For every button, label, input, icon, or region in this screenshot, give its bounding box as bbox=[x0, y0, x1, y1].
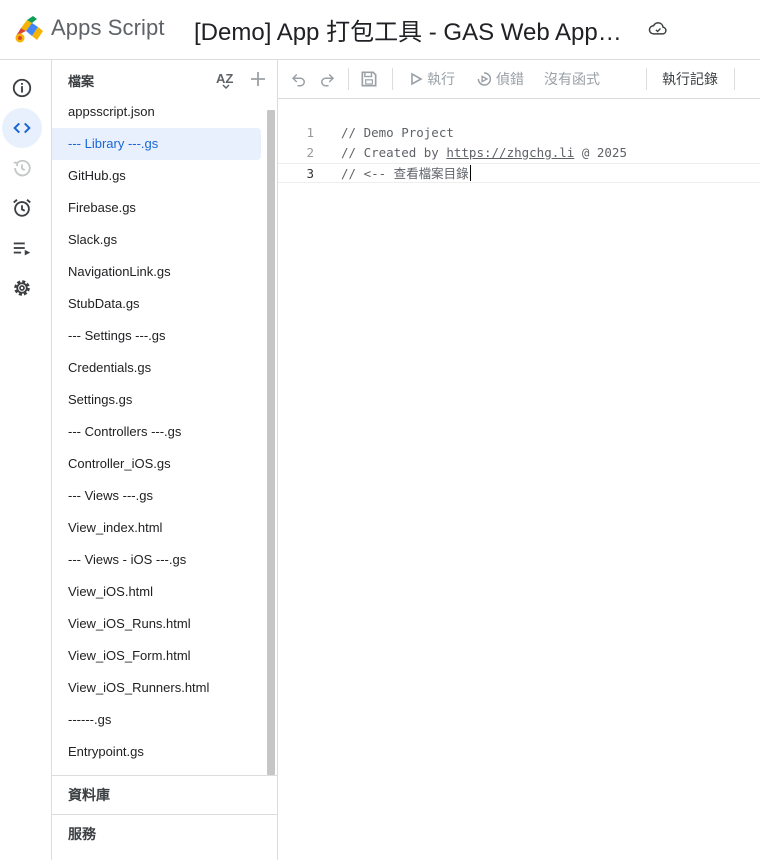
function-selector-label: 沒有函式 bbox=[544, 71, 600, 87]
code-comment: @ 2025 bbox=[574, 145, 627, 160]
file-item[interactable]: --- Settings ---.gs bbox=[52, 320, 261, 352]
save-icon bbox=[361, 71, 377, 87]
line-number: 1 bbox=[306, 125, 314, 140]
nav-editor[interactable] bbox=[2, 108, 42, 148]
toolbar-divider bbox=[392, 68, 393, 90]
file-item[interactable]: --- Library ---.gs bbox=[52, 128, 261, 160]
file-item[interactable]: Entrypoint.gs bbox=[52, 736, 261, 768]
svg-text:AZ: AZ bbox=[216, 71, 233, 86]
code-comment: // <-- 查看檔案目錄 bbox=[341, 166, 469, 181]
file-item[interactable]: Firebase.gs bbox=[52, 192, 261, 224]
nav-project-settings[interactable] bbox=[2, 268, 42, 308]
toolbar-divider bbox=[348, 68, 349, 90]
history-icon bbox=[13, 159, 31, 177]
add-file-button[interactable] bbox=[247, 68, 269, 90]
line-text: // <-- 查看檔案目錄 bbox=[341, 164, 472, 184]
app-header: Apps Script [Demo] App 打包工具 - GAS Web Ap… bbox=[0, 0, 760, 60]
debug-icon bbox=[477, 72, 492, 86]
code-editor[interactable]: 1 // Demo Project 2 // Created by https://z… bbox=[278, 99, 760, 860]
info-icon bbox=[12, 78, 32, 98]
file-item[interactable]: View_iOS_Runners.html bbox=[52, 672, 261, 704]
file-item[interactable]: Controller_iOS.gs bbox=[52, 448, 261, 480]
code-link[interactable]: https://zhgchg.li bbox=[446, 145, 574, 160]
file-item[interactable]: Slack.gs bbox=[52, 224, 261, 256]
undo-icon bbox=[291, 73, 305, 87]
files-header: 檔案 AZ bbox=[52, 60, 278, 98]
executions-list-icon bbox=[13, 242, 31, 256]
file-item[interactable]: View_index.html bbox=[52, 512, 261, 544]
code-icon bbox=[13, 122, 31, 134]
code-comment: // Created by bbox=[341, 145, 447, 160]
code-line[interactable]: 3 // <-- 查看檔案目錄 bbox=[278, 163, 760, 183]
line-number: 3 bbox=[306, 166, 314, 181]
text-cursor bbox=[469, 165, 472, 181]
file-item[interactable]: Credentials.gs bbox=[52, 352, 261, 384]
file-item[interactable]: ------.gs bbox=[52, 704, 261, 736]
line-text: // Demo Project bbox=[341, 123, 454, 143]
files-title: 檔案 bbox=[68, 74, 95, 89]
project-title[interactable]: [Demo] App 打包工具 - GAS Web App… bbox=[194, 12, 634, 47]
run-button[interactable]: 執行 bbox=[409, 68, 455, 90]
file-item[interactable]: NavigationLink.gs bbox=[52, 256, 261, 288]
line-number: 2 bbox=[306, 145, 314, 160]
file-item[interactable]: appsscript.json bbox=[52, 96, 261, 128]
code-line[interactable]: 2 // Created by https://zhgchg.li @ 2025 bbox=[278, 143, 760, 163]
cloud-saved-icon bbox=[648, 22, 667, 35]
save-button[interactable] bbox=[359, 68, 379, 90]
play-icon bbox=[411, 72, 423, 86]
run-label: 執行 bbox=[427, 71, 455, 87]
sort-az-icon: AZ bbox=[216, 71, 233, 90]
code-line[interactable]: 1 // Demo Project bbox=[278, 123, 760, 143]
line-text: // Created by https://zhgchg.li @ 2025 bbox=[341, 143, 627, 163]
undo-button[interactable] bbox=[290, 68, 308, 90]
services-section[interactable]: 服務 bbox=[52, 814, 278, 853]
navigation-rail bbox=[0, 60, 52, 860]
file-list: appsscript.json --- Library ---.gs GitHub.… bbox=[52, 96, 264, 776]
nav-triggers[interactable] bbox=[2, 188, 42, 228]
nav-executions[interactable] bbox=[2, 228, 42, 268]
editor-toolbar: 執行 偵錯 沒有函式 執行記錄 bbox=[278, 60, 760, 99]
apps-script-logo[interactable] bbox=[12, 14, 46, 44]
file-item[interactable]: Settings.gs bbox=[52, 384, 261, 416]
file-item[interactable]: GitHub.gs bbox=[52, 160, 261, 192]
file-item[interactable]: View_iOS_Form.html bbox=[52, 640, 261, 672]
toolbar-divider bbox=[646, 68, 647, 90]
plus-icon bbox=[251, 72, 265, 86]
file-item[interactable]: --- Controllers ---.gs bbox=[52, 416, 261, 448]
file-item[interactable]: View_iOS_Runs.html bbox=[52, 608, 261, 640]
function-selector[interactable]: 沒有函式 bbox=[544, 68, 600, 90]
files-panel: 檔案 AZ appsscript.json --- Library ---.gs G… bbox=[52, 60, 278, 860]
nav-project-history[interactable] bbox=[2, 148, 42, 188]
file-item[interactable]: --- Views - iOS ---.gs bbox=[52, 544, 261, 576]
redo-icon bbox=[321, 73, 335, 87]
libraries-section[interactable]: 資料庫 bbox=[52, 775, 278, 814]
code-comment: // Demo Project bbox=[341, 125, 454, 140]
file-list-scroll-thumb[interactable] bbox=[267, 110, 275, 775]
redo-button[interactable] bbox=[318, 68, 336, 90]
execution-log-button[interactable]: 執行記錄 bbox=[662, 68, 718, 90]
debug-label: 偵錯 bbox=[496, 71, 524, 87]
alarm-icon bbox=[13, 199, 31, 217]
file-item[interactable]: View_iOS.html bbox=[52, 576, 261, 608]
debug-button[interactable]: 偵錯 bbox=[475, 68, 524, 90]
file-item[interactable]: --- Views ---.gs bbox=[52, 480, 261, 512]
toolbar-divider bbox=[734, 68, 735, 90]
nav-overview[interactable] bbox=[2, 68, 42, 108]
brand-name[interactable]: Apps Script bbox=[51, 15, 165, 41]
gear-icon bbox=[14, 280, 30, 296]
execution-log-label: 執行記錄 bbox=[662, 71, 718, 87]
sort-files-button[interactable]: AZ bbox=[215, 68, 237, 90]
file-item[interactable]: StubData.gs bbox=[52, 288, 261, 320]
